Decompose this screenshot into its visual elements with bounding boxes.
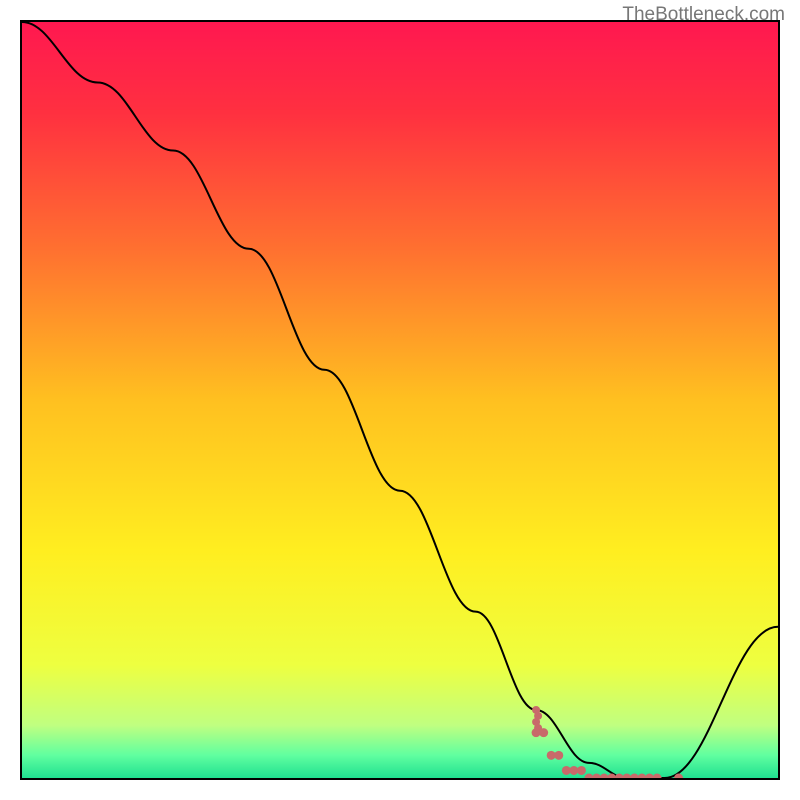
plot-border-left-bottom [20,20,780,780]
watermark-text: TheBottleneck.com [622,4,785,26]
plot-border-right [778,20,780,780]
chart-container: TheBottleneck.com [0,0,800,800]
